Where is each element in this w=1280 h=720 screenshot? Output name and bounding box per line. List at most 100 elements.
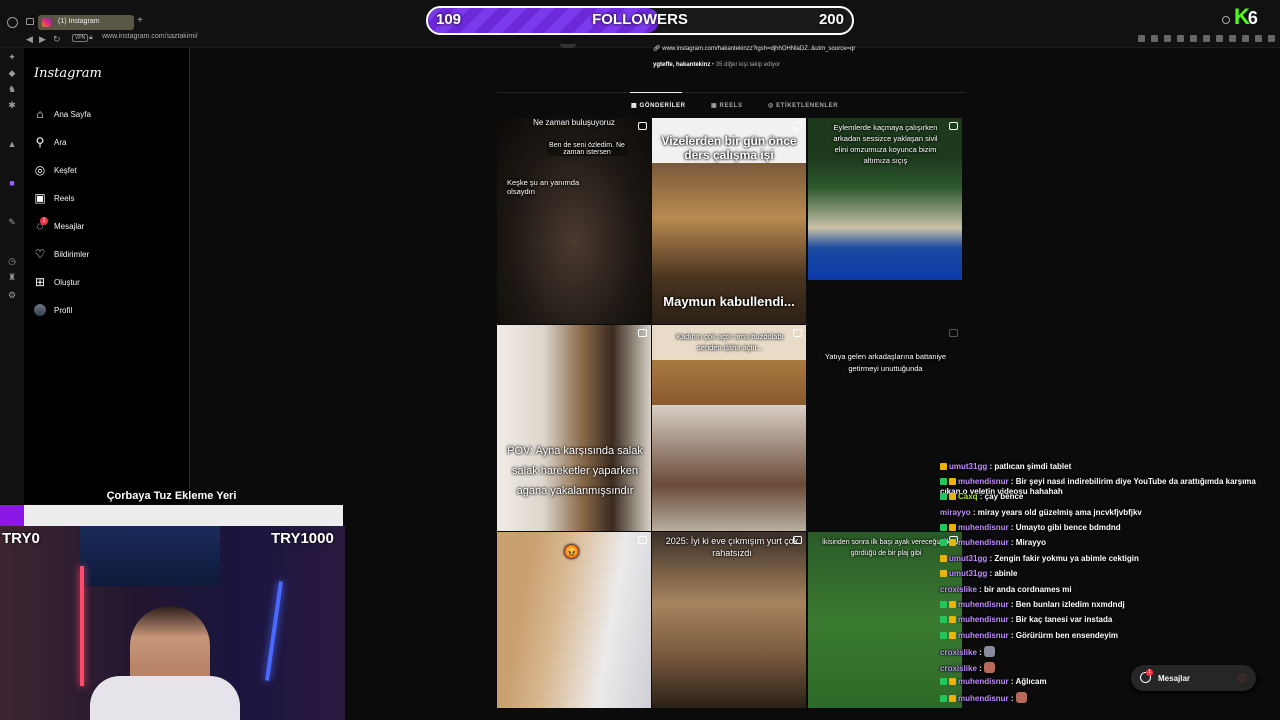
sidebar-toggle-icon[interactable] [26,18,34,25]
bookmark-icon[interactable] [1138,35,1145,42]
chat-badge-icon [949,601,956,608]
rail-icon[interactable]: ■ [7,178,17,188]
tab-posts[interactable]: ▦ GÖNDERİLER [631,102,686,109]
bio-link[interactable]: 🔗︎ www.instagram.com/hakantekinzz?igsh=d… [653,45,953,52]
chat-username[interactable]: muhendisnur [958,694,1009,703]
chat-username[interactable]: muhendisnur [958,477,1009,486]
rail-icon[interactable]: ✦ [7,52,17,62]
rail-icon[interactable]: ✱ [7,100,17,110]
search-icon[interactable] [1222,16,1230,24]
chat-username[interactable]: Caxq [958,492,978,501]
post-caption: POV: Ayna karşısında salak salak hareket… [507,445,643,497]
chat-username[interactable]: muhendisnur [958,523,1009,532]
chat-username[interactable]: mirayyo [940,508,971,517]
post-tile[interactable]: 2025: İyi ki eve çıkmışım yurt çok rahat… [652,532,806,708]
post-tile[interactable]: Eylemlerde kaçmaya çalışırken arkadan se… [808,118,962,280]
nav-profile[interactable]: Profil [33,303,183,323]
extension-icon[interactable] [1164,35,1171,42]
rail-icon[interactable]: ♜ [7,272,17,282]
post-caption: Ne zaman buluşuyoruz [533,118,615,127]
chat-message: Caxq : çay bence [940,492,1275,502]
bio-link-text: www.instagram.com/hakantekinzz?igsh=djhh… [662,46,856,52]
chat-text: patlıcan şimdi tablet [994,462,1072,471]
vpn-badge[interactable]: VPN [72,34,89,42]
instagram-logo[interactable]: Instagram [34,66,102,81]
screenshot-icon[interactable] [1151,35,1158,42]
wallet-icon[interactable] [1216,35,1223,42]
browser-menu-icon[interactable] [7,17,18,28]
post-caption: Eylemlerde kaçmaya çalışırken arkadan se… [833,123,938,165]
chat-badge-icon [940,616,947,623]
download-icon[interactable] [1229,35,1236,42]
profile-avatar[interactable] [560,44,576,48]
chat-username[interactable]: muhendisnur [958,631,1009,640]
nav-create[interactable]: ⊞ Oluştur [33,275,183,295]
chat-username[interactable]: muhendisnur [958,677,1009,686]
chat-username[interactable]: umut31gg [949,569,987,578]
chat-username[interactable]: umut31gg [949,554,987,563]
chat-username[interactable]: muhendisnur [958,615,1009,624]
rail-icon[interactable]: ⚙ [7,290,17,300]
chat-username[interactable]: croxislike [940,664,977,673]
tab-tagged[interactable]: ◎ ETİKETLENENLER [768,102,838,109]
menu-icon[interactable] [1268,35,1275,42]
settings-icon[interactable] [1242,35,1249,42]
post-tile[interactable]: POV: Ayna karşısında salak salak hareket… [497,325,651,531]
heart-icon[interactable] [1203,35,1210,42]
messages-pill[interactable]: 1 Mesajlar [1131,665,1256,691]
forward-icon[interactable]: ▶ [39,34,46,45]
chat-username[interactable]: muhendisnur [958,600,1009,609]
messages-pill-label: Mesajlar [1158,674,1191,683]
chat-username[interactable]: umut31gg [949,462,987,471]
nav-reels[interactable]: ▣ Reels [33,191,183,211]
post-tile[interactable]: Yatıya gelen arkadaşlarına battaniye get… [808,325,962,531]
post-tile[interactable]: Ne zaman buluşuyoruz Ben de seni özledim… [497,118,651,324]
followed-by[interactable]: ygteffe, hakantekinz • 35 diğer kişi tak… [653,62,780,68]
play-icon[interactable] [1190,35,1197,42]
clock-icon[interactable]: ◷ [7,256,17,266]
chat-separator: : [976,664,985,673]
chat-text: Görürürm ben ensendeyim [1015,631,1119,640]
chat-emote-icon [984,662,996,673]
chat-badge-icon [940,632,947,639]
post-tile[interactable]: 😡 [497,532,651,708]
rail-icon[interactable]: ✎ [7,217,17,227]
nav-messages[interactable]: ◌ Mesajlar [33,219,183,239]
tab-label: REELS [719,103,743,109]
chat-message: muhendisnur : Umayto gibi bence bdmdnd [940,523,1275,533]
rail-icon[interactable]: ◆ [7,68,17,78]
chat-badge-icon [940,695,947,702]
reload-icon[interactable]: ↻ [53,34,61,45]
home-icon: ⌂ [36,107,44,121]
nav-home[interactable]: ⌂ Ana Sayfa [33,107,183,127]
post-tile[interactable]: İkisinden sonra ilk başı ayak vereceğiz … [808,532,962,708]
chat-message: muhendisnur : [940,692,1275,704]
reel-icon [638,536,647,544]
chat-badge-icon [949,539,956,546]
chat-text: Bir kaç tanesi var instada [1015,615,1113,624]
lock-icon[interactable]: 🔒︎ [89,34,93,42]
chat-text: bir anda cordnames mi [984,585,1072,594]
url-field[interactable]: www.instagram.com/saztakimi/ [102,33,462,45]
tab-reels[interactable]: ▣ REELS [711,102,743,109]
followers-target: 200 [818,11,844,28]
chat-message: umut31gg : patlıcan şimdi tablet [940,462,1275,472]
back-icon[interactable]: ◀ [26,34,33,45]
chat-username[interactable]: croxislike [940,648,977,657]
nav-notifications[interactable]: ♡ Bildirimler [33,247,183,267]
post-tile[interactable]: Vizelerden bir gün önce ders çalışma işi… [652,118,806,324]
post-emoji: 😡 [563,544,581,559]
post-tile[interactable]: Kadının çok açtır ama buzdolabı senden d… [652,325,806,531]
rail-icon[interactable]: ▲ [7,139,17,149]
new-tab-icon[interactable]: + [137,15,143,26]
chat-username[interactable]: croxislike [940,585,977,594]
reel-icon [638,122,647,130]
chat-badge-icon [940,555,947,562]
chat-username[interactable]: muhendisnur [958,538,1009,547]
browser-tab-instagram[interactable]: (1) Instagram [38,15,134,30]
extension-icon[interactable] [1255,35,1262,42]
rail-icon[interactable]: ♞ [7,84,17,94]
nav-explore[interactable]: ◎ Keşfet [33,163,183,183]
extension-icon[interactable] [1177,35,1184,42]
nav-search[interactable]: ⚲ Ara [33,135,183,155]
